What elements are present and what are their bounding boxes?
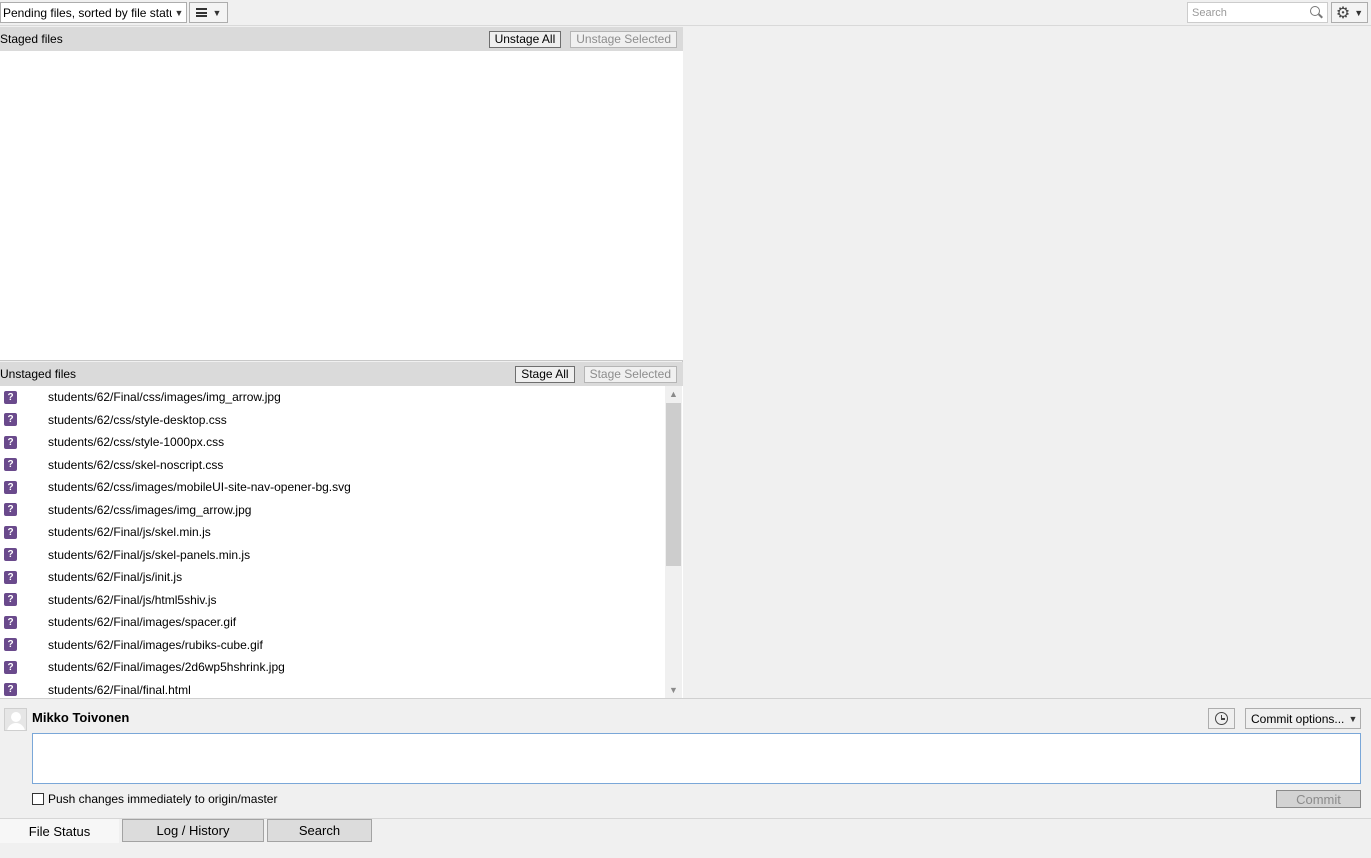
avatar: [4, 708, 27, 731]
file-path: students/62/Final/css/images/img_arrow.j…: [48, 390, 281, 404]
untracked-status-icon: ?: [4, 548, 17, 561]
untracked-status-icon: ?: [4, 525, 17, 539]
list-view-icon: [195, 8, 207, 17]
file-path: students/62/Final/js/html5shiv.js: [48, 592, 217, 607]
stage-all-button[interactable]: Stage All: [515, 365, 575, 383]
untracked-status-icon: ?: [4, 660, 17, 674]
tab-search[interactable]: Search: [267, 819, 372, 842]
file-row[interactable]: ? students/62/Final/images/rubiks-cube.g…: [0, 634, 665, 656]
staged-files-list[interactable]: [0, 51, 683, 361]
chevron-down-icon: ▼: [174, 7, 184, 18]
file-row[interactable]: ? students/62/Final/css/images/img_arrow…: [0, 386, 665, 408]
file-row[interactable]: ? students/62/css/skel-noscript.css: [0, 454, 665, 476]
bottom-tabs: File Status Log / History Search: [0, 818, 1371, 858]
file-row[interactable]: ? students/62/Final/js/skel-panels.min.j…: [0, 544, 665, 566]
file-row[interactable]: ? students/62/css/style-desktop.css: [0, 409, 665, 431]
tab-log-history[interactable]: Log / History: [122, 819, 264, 842]
unstaged-files-list[interactable]: ? students/62/Final/css/images/img_arrow…: [0, 386, 683, 698]
file-row[interactable]: ? students/62/Final/images/spacer.gif: [0, 611, 665, 633]
staged-files-header: Staged files Unstage All Unstage Selecte…: [0, 27, 683, 51]
gear-icon: ⚙: [1335, 4, 1351, 22]
sort-mode-label: Pending files, sorted by file status: [3, 5, 172, 20]
file-path: students/62/css/style-desktop.css: [48, 412, 227, 427]
untracked-status-icon: ?: [4, 413, 17, 426]
file-path: students/62/css/skel-noscript.css: [48, 457, 224, 472]
untracked-status-icon: ?: [4, 435, 17, 449]
unstaged-scrollbar[interactable]: ▲ ▼: [665, 386, 682, 698]
commit-options-label: Commit options...: [1251, 711, 1345, 726]
untracked-status-icon: ?: [4, 503, 17, 516]
commit-area: Mikko Toivonen Commit options... ▼ Push …: [0, 698, 1371, 818]
file-path: students/62/Final/final.html: [48, 682, 191, 697]
push-checkbox[interactable]: [32, 793, 44, 805]
file-path: students/62/Final/js/init.js: [48, 570, 183, 584]
file-path: students/62/Final/images/2d6wp5hshrink.j…: [48, 660, 285, 674]
tab-file-status[interactable]: File Status: [0, 819, 119, 843]
chevron-down-icon: ▼: [1354, 7, 1364, 18]
file-path: students/62/Final/js/skel.min.js: [48, 525, 211, 539]
push-immediately-option[interactable]: Push changes immediately to origin/maste…: [32, 792, 277, 806]
untracked-status-icon: ?: [4, 570, 17, 584]
file-row[interactable]: ? students/62/css/style-1000px.css: [0, 431, 665, 453]
search-icon[interactable]: [1310, 5, 1324, 20]
commit-options-dropdown[interactable]: Commit options... ▼: [1245, 708, 1361, 729]
untracked-status-icon: ?: [4, 458, 17, 471]
staged-files-title: Staged files: [0, 32, 63, 46]
clock-icon: [1215, 712, 1228, 725]
file-row[interactable]: ? students/62/Final/final.html: [0, 679, 665, 699]
file-path: students/62/Final/images/rubiks-cube.gif: [48, 637, 263, 652]
scrollbar-thumb[interactable]: [666, 403, 681, 566]
file-row[interactable]: ? students/62/Final/js/skel.min.js: [0, 521, 665, 543]
unstage-selected-button[interactable]: Unstage Selected: [570, 30, 677, 48]
file-row[interactable]: ? students/62/Final/images/2d6wp5hshrink…: [0, 656, 665, 678]
file-path: students/62/css/images/mobileUI-site-nav…: [48, 480, 351, 494]
file-path: students/62/css/style-1000px.css: [48, 435, 225, 449]
commit-history-button[interactable]: [1208, 708, 1235, 729]
view-options-button[interactable]: ▼: [189, 2, 228, 23]
unstaged-files-title: Unstaged files: [0, 367, 77, 381]
file-row[interactable]: ? students/62/css/images/mobileUI-site-n…: [0, 476, 665, 498]
scroll-down-icon[interactable]: ▼: [665, 682, 682, 698]
author-name: Mikko Toivonen: [32, 710, 130, 725]
scroll-up-icon[interactable]: ▲: [665, 386, 682, 402]
file-status-panel: Staged files Unstage All Unstage Selecte…: [0, 27, 683, 698]
untracked-status-icon: ?: [4, 638, 17, 651]
search-input[interactable]: [1192, 6, 1310, 19]
commit-button[interactable]: Commit: [1276, 790, 1361, 808]
untracked-status-icon: ?: [4, 390, 17, 404]
file-row[interactable]: ? students/62/Final/js/init.js: [0, 566, 665, 588]
file-row[interactable]: ? students/62/Final/js/html5shiv.js: [0, 589, 665, 611]
unstaged-files-header: Unstaged files Stage All Stage Selected: [0, 362, 683, 386]
commit-message-input[interactable]: [32, 733, 1361, 784]
untracked-status-icon: ?: [4, 480, 17, 494]
untracked-status-icon: ?: [4, 615, 17, 629]
chevron-down-icon: ▼: [212, 7, 222, 18]
unstage-all-button[interactable]: Unstage All: [488, 30, 562, 48]
push-label: Push changes immediately to origin/maste…: [48, 792, 278, 806]
chevron-down-icon: ▼: [1348, 713, 1358, 724]
sort-mode-dropdown[interactable]: Pending files, sorted by file status ▼: [0, 2, 187, 23]
untracked-status-icon: ?: [4, 683, 17, 696]
stage-selected-button[interactable]: Stage Selected: [583, 365, 677, 383]
file-row[interactable]: ? students/62/css/images/img_arrow.jpg: [0, 499, 665, 521]
diff-preview-panel: [684, 27, 1371, 698]
file-path: students/62/css/images/img_arrow.jpg: [48, 502, 252, 517]
top-toolbar: Pending files, sorted by file status ▼ ▼…: [0, 0, 1371, 26]
settings-button[interactable]: ⚙ ▼: [1331, 2, 1368, 23]
untracked-status-icon: ?: [4, 593, 17, 606]
file-path: students/62/Final/js/skel-panels.min.js: [48, 547, 251, 562]
search-box[interactable]: [1187, 2, 1328, 23]
file-path: students/62/Final/images/spacer.gif: [48, 615, 237, 629]
